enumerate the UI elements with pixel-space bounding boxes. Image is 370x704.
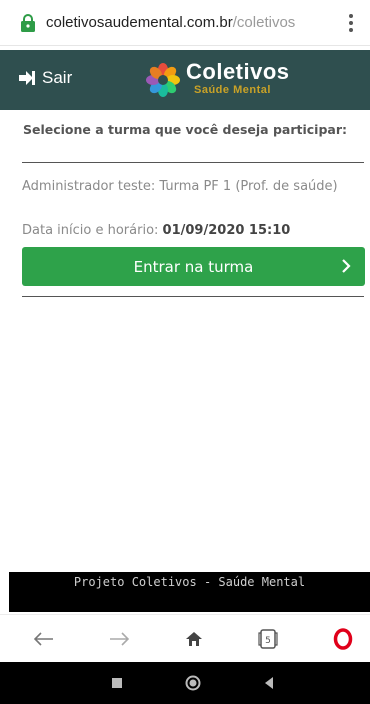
tab-count: 5 xyxy=(265,636,271,646)
brand-subtitle: Saúde Mental xyxy=(194,84,271,96)
forward-icon[interactable] xyxy=(107,627,131,651)
recents-icon[interactable] xyxy=(108,674,126,692)
sign-out-icon xyxy=(19,71,35,85)
brand-title: Coletivos xyxy=(186,59,290,84)
more-options-icon[interactable] xyxy=(342,11,360,35)
system-home-icon[interactable] xyxy=(184,674,202,692)
url-text[interactable]: coletivosaudemental.com.br/coletivos xyxy=(46,14,342,31)
logout-button[interactable]: Sair xyxy=(18,68,72,88)
start-label: Data início e horário: xyxy=(22,223,159,238)
back-icon[interactable] xyxy=(32,627,56,651)
divider-top xyxy=(22,162,364,163)
url-path: /coletivos xyxy=(232,14,296,31)
opera-menu-icon[interactable] xyxy=(331,627,355,651)
browser-toolbar: 5 xyxy=(0,614,370,663)
class-start-row: Data início e horário: 01/09/2020 15:10 xyxy=(22,223,290,238)
browser-address-bar[interactable]: coletivosaudemental.com.br/coletivos xyxy=(0,0,370,46)
enter-class-button[interactable]: Entrar na turma xyxy=(22,247,365,286)
app-header: Sair Coletivos Saúde Mental xyxy=(0,50,370,110)
logout-label: Sair xyxy=(42,68,73,87)
flower-logo-icon xyxy=(146,63,180,97)
brand-logo: Coletivos Saúde Mental xyxy=(146,59,296,101)
start-value: 01/09/2020 15:10 xyxy=(162,223,291,238)
page-heading: Selecione a turma que você deseja partic… xyxy=(22,122,347,137)
home-icon[interactable] xyxy=(182,627,206,651)
footer-text: Projeto Coletivos - Saúde Mental xyxy=(73,575,306,589)
page-footer: Projeto Coletivos - Saúde Mental xyxy=(9,572,370,612)
url-domain: coletivosaudemental.com.br xyxy=(46,14,233,31)
system-navigation-bar xyxy=(0,662,370,704)
lock-icon xyxy=(21,13,35,32)
chevron-right-icon xyxy=(342,259,351,273)
class-name: Administrador teste: Turma PF 1 (Prof. d… xyxy=(22,179,338,194)
tabs-icon[interactable]: 5 xyxy=(256,627,280,651)
system-back-icon[interactable] xyxy=(260,674,278,692)
divider-bottom xyxy=(22,296,364,297)
enter-class-label: Entrar na turma xyxy=(133,257,254,276)
